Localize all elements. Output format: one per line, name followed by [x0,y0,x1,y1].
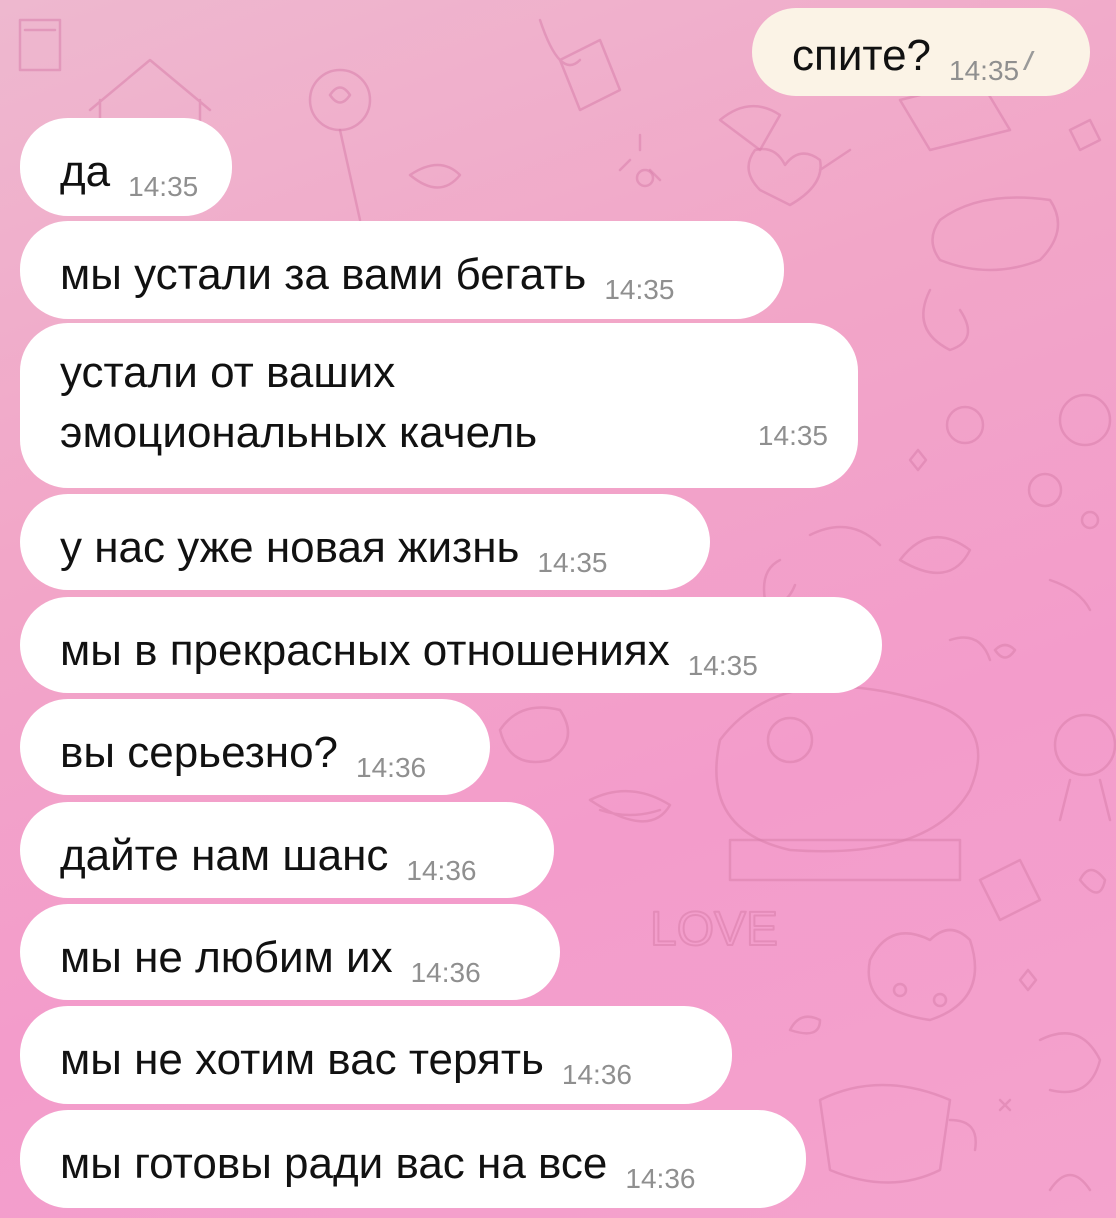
message-time: 14:35 [537,547,608,578]
message-time: 14:35 [604,274,675,305]
incoming-message[interactable]: мы устали за вами бегать 14:35 [20,221,784,319]
message-time: 14:35 [757,420,828,451]
message-text: дайте нам шанс [60,831,389,880]
message-text: устали от ваших эмоциональных качель [60,348,538,457]
message-time: 14:36 [356,752,427,783]
incoming-message[interactable]: у нас уже новая жизнь 14:35 [20,494,710,590]
incoming-message[interactable]: устали от ваших эмоциональных качель 14:3… [20,323,858,488]
incoming-message[interactable]: мы не любим их 14:36 [20,904,560,1000]
outgoing-message[interactable]: спите?14:35// [752,8,1090,96]
message-text: спите? [792,31,932,80]
message-text: мы устали за вами бегать [60,250,587,299]
message-text: вы серьезно? [60,728,339,777]
message-text: мы не любим их [60,933,393,982]
incoming-message[interactable]: вы серьезно? 14:36 [20,699,490,795]
message-time: 14:35 [687,650,758,681]
message-text: да [60,147,111,196]
message-time: 14:36 [406,855,477,886]
incoming-message[interactable]: мы готовы ради вас на все 14:36 [20,1110,806,1208]
message-text: мы готовы ради вас на все [60,1139,608,1188]
incoming-message[interactable]: мы не хотим вас терять 14:36 [20,1006,732,1104]
incoming-message[interactable]: да 14:35 [20,118,232,216]
incoming-message[interactable]: дайте нам шанс 14:36 [20,802,554,898]
message-time: 14:35 [949,55,1020,86]
message-time: 14:36 [561,1059,632,1090]
message-text: мы не хотим вас терять [60,1035,544,1084]
message-time: 14:35 [128,171,199,202]
message-text: у нас уже новая жизнь [60,523,520,572]
incoming-message[interactable]: мы в прекрасных отношениях 14:35 [20,597,882,693]
message-time: 14:36 [410,957,481,988]
message-time: 14:36 [625,1163,696,1194]
svg-text:LOVE: LOVE [650,903,778,956]
message-text: мы в прекрасных отношениях [60,626,670,675]
